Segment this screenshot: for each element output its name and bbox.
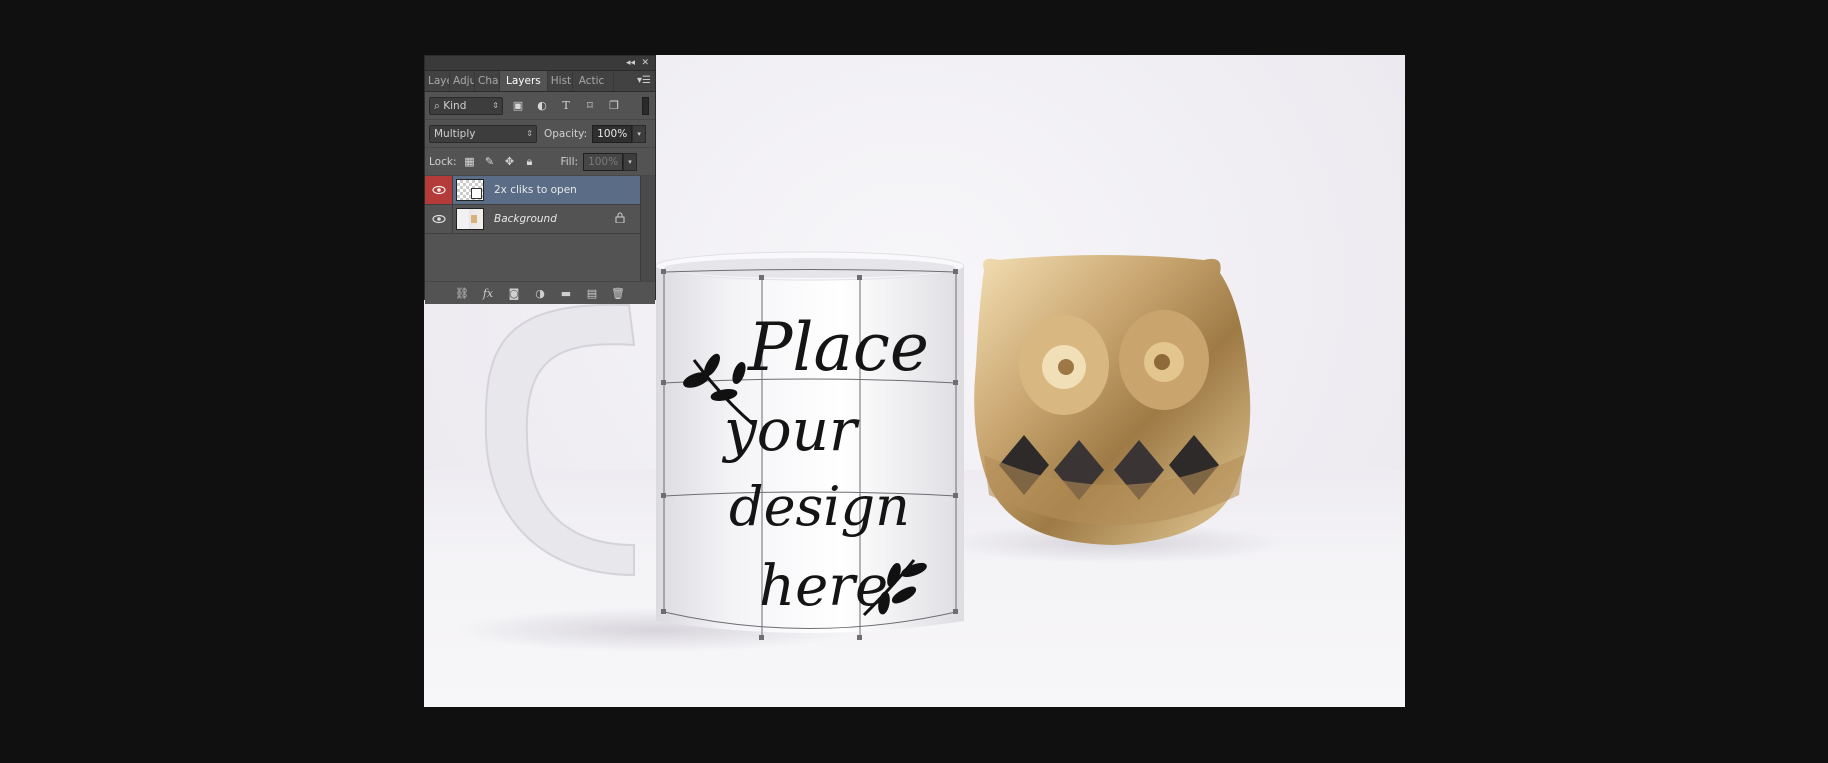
layer-name[interactable]: Background — [494, 213, 557, 225]
fx-icon[interactable]: fx — [480, 287, 496, 300]
blend-row: Multiply ⇕ Opacity: 100% ▾ — [425, 120, 655, 148]
layer-row-background[interactable]: Background — [425, 205, 655, 234]
mug-handle — [484, 303, 636, 577]
filter-type-icon[interactable]: T — [557, 97, 575, 115]
panel-menu-icon[interactable]: ▾☰ — [637, 71, 651, 91]
folder-icon[interactable]: ▬ — [558, 287, 574, 300]
lock-icon — [615, 212, 625, 226]
lock-transparent-icon[interactable]: ▦ — [460, 153, 478, 171]
blend-mode-select[interactable]: Multiply ⇕ — [429, 124, 537, 143]
blend-mode-value: Multiply — [434, 127, 476, 140]
layers-panel: ◂◂ ✕ Laye Adju Cha Layers Hist Actic ▾☰ … — [424, 55, 656, 304]
layer-name[interactable]: 2x cliks to open — [494, 184, 577, 196]
filter-toggle[interactable] — [642, 97, 649, 115]
tab-5[interactable]: Actic — [573, 71, 614, 91]
opacity-label: Opacity: — [544, 127, 588, 140]
tab-layers[interactable]: Layers — [500, 71, 548, 91]
visibility-eye-icon[interactable] — [425, 205, 453, 233]
opacity-dropdown[interactable]: ▾ — [632, 124, 647, 143]
opacity-input[interactable]: 100% — [592, 124, 633, 143]
search-icon: ⌕ — [434, 99, 440, 112]
filter-kind-select[interactable]: ⌕ Kind ⇕ — [429, 96, 503, 115]
lock-move-icon[interactable]: ✥ — [500, 153, 518, 171]
fill-dropdown[interactable]: ▾ — [623, 152, 638, 171]
gold-owl — [974, 255, 1251, 545]
tab-1[interactable]: Adju — [450, 71, 475, 91]
trash-icon[interactable]: 🗑︎ — [610, 287, 626, 300]
panel-titlebar: ◂◂ ✕ — [425, 56, 655, 71]
panel-bottom-toolbar: ⛓︎ fx ◙ ◑ ▬ ▤ 🗑︎ — [425, 282, 655, 304]
collapse-icon[interactable]: ◂◂ — [626, 56, 635, 70]
lock-row: Lock: ▦ ✎ ✥ 🔒︎ Fill: 100% ▾ — [425, 148, 655, 176]
link-icon[interactable]: ⛓︎ — [454, 287, 470, 300]
updown-icon: ⇕ — [526, 128, 533, 138]
filter-shape-icon[interactable]: ⌑ — [581, 97, 599, 115]
filter-kind-label: Kind — [443, 99, 467, 112]
filter-pixel-icon[interactable]: ▣ — [509, 97, 527, 115]
updown-icon: ⇕ — [492, 100, 499, 110]
lock-label: Lock: — [429, 155, 457, 168]
layers-scrollbar[interactable] — [640, 176, 655, 281]
design-text-line-1: Place — [747, 309, 929, 386]
fill-input[interactable]: 100% — [583, 152, 624, 171]
tab-4[interactable]: Hist — [548, 71, 573, 91]
fill-label: Fill: — [560, 155, 579, 168]
filter-adjustment-icon[interactable]: ◐ — [533, 97, 551, 115]
close-icon[interactable]: ✕ — [641, 56, 649, 70]
smart-object-icon — [471, 188, 482, 199]
new-layer-icon[interactable]: ▤ — [584, 287, 600, 300]
layer-thumbnail — [456, 179, 484, 201]
adjustment-icon[interactable]: ◑ — [532, 287, 548, 300]
mask-icon[interactable]: ◙ — [506, 287, 522, 300]
design-text-line-3: design — [729, 475, 910, 538]
visibility-eye-icon[interactable] — [425, 176, 453, 204]
layers-list: 2x cliks to open Background — [425, 176, 655, 282]
filter-row: ⌕ Kind ⇕ ▣ ◐ T ⌑ ❐ — [425, 92, 655, 120]
lock-brush-icon[interactable]: ✎ — [480, 153, 498, 171]
lock-all-icon[interactable]: 🔒︎ — [520, 153, 538, 171]
tab-0[interactable]: Laye — [425, 71, 450, 91]
layer-row-smart[interactable]: 2x cliks to open — [425, 176, 655, 205]
design-text-line-2: your — [721, 396, 860, 464]
design-text-line-4: here — [759, 554, 888, 619]
panel-tabs: Laye Adju Cha Layers Hist Actic ▾☰ — [425, 71, 655, 92]
filter-smart-object-icon[interactable]: ❐ — [605, 97, 623, 115]
layer-thumbnail — [456, 208, 484, 230]
tab-2[interactable]: Cha — [475, 71, 500, 91]
